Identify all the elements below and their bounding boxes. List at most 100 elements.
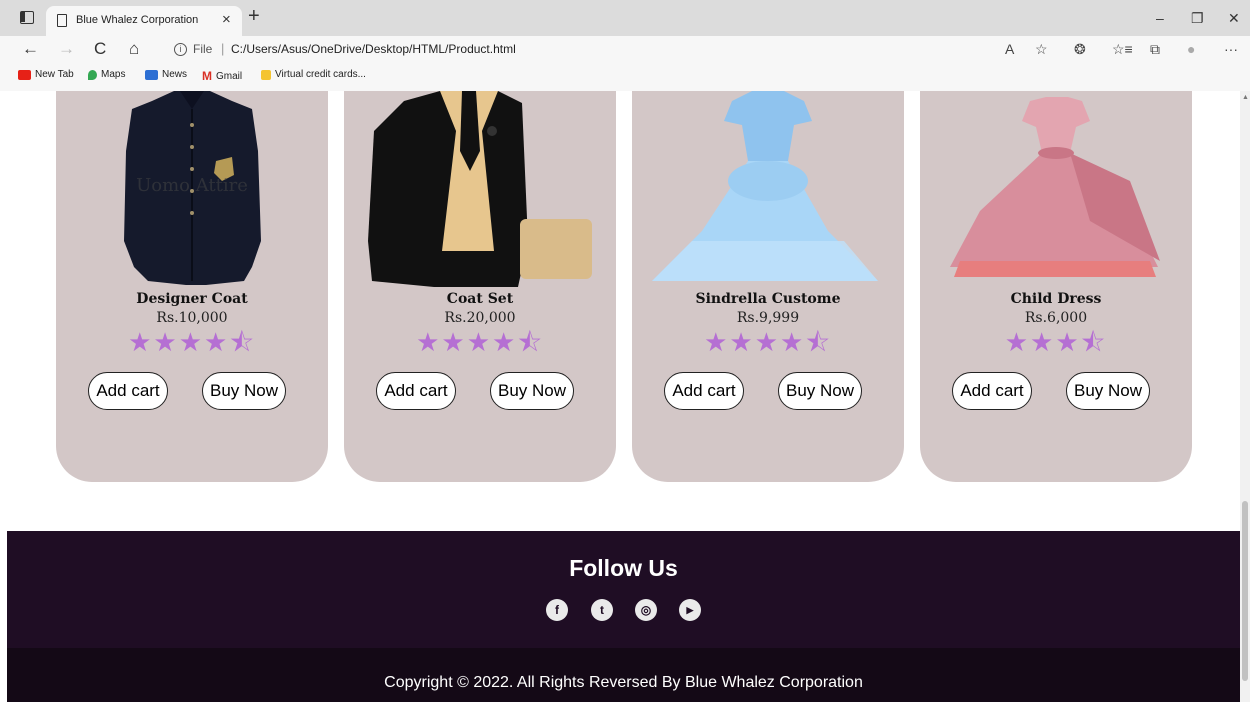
tab-strip: Blue Whalez Corporation × + – ❐ ✕ [0, 0, 1250, 36]
star-icon: ★ [704, 327, 730, 357]
product-price: Rs.20,000 [444, 310, 516, 326]
product-name: Child Dress [1010, 291, 1102, 307]
browser-chrome: Blue Whalez Corporation × + – ❐ ✕ ← → C … [0, 0, 1250, 91]
news-icon [145, 69, 158, 80]
bookmark-maps[interactable]: Maps [88, 69, 125, 80]
bookmark-new-tab[interactable]: New Tab [18, 69, 74, 80]
twitter-icon[interactable]: t [591, 599, 613, 621]
copyright-text: Copyright © 2022. All Rights Reversed By… [384, 674, 863, 691]
product-name: Coat Set [446, 291, 514, 307]
browser-tab[interactable]: Blue Whalez Corporation × [46, 6, 242, 36]
star-icon: ★ [1030, 327, 1056, 357]
facebook-icon[interactable]: f [546, 599, 568, 621]
product-image-pink-dress [950, 97, 1160, 277]
bookmark-label: Maps [101, 69, 126, 80]
scrollbar-thumb[interactable] [1242, 501, 1248, 681]
bookmark-label: New Tab [35, 69, 74, 80]
address-bar[interactable]: i File | C:/Users/Asus/OneDrive/Desktop/… [160, 38, 1020, 62]
extensions-icon[interactable]: ❂ [1074, 41, 1086, 58]
add-cart-button[interactable]: Add cart [952, 372, 1032, 410]
star-icon: ★ [466, 327, 492, 357]
star-icon: ★ [153, 327, 179, 357]
bookmark-label: News [162, 69, 188, 80]
buy-now-button[interactable]: Buy Now [1066, 372, 1150, 410]
product-card: Uomo Attire Designer Coat Rs.10,000 ★★★★… [56, 91, 328, 482]
rating-stars: ★★★★⯪ [56, 327, 328, 357]
product-card: Child Dress Rs.6,000 ★★★⯪ Add cart Buy N… [920, 91, 1192, 482]
address-row: ← → C ⌂ i File | C:/Users/Asus/OneDrive/… [0, 36, 1250, 64]
product-image-blue-dress [652, 91, 878, 281]
read-aloud-icon[interactable]: A [1005, 41, 1014, 57]
close-window-button[interactable]: ✕ [1228, 10, 1240, 27]
tab-actions-icon[interactable] [20, 11, 34, 24]
product-price: Rs.9,999 [736, 310, 800, 326]
bookmark-gmail[interactable]: M Gmail [202, 69, 242, 83]
follow-us-title: Follow Us [569, 555, 678, 581]
instagram-icon[interactable]: ◎ [635, 599, 657, 621]
star-icon: ★ [1004, 327, 1031, 357]
collections-icon[interactable]: ⧉ [1150, 41, 1160, 58]
tab-title: Blue Whalez Corporation [76, 14, 199, 26]
copyright-bar: Copyright © 2022. All Rights Reversed By… [7, 648, 1240, 702]
vertical-scrollbar[interactable]: ▲ [1240, 91, 1250, 702]
bookmark-virtual-cards[interactable]: Virtual credit cards... [261, 69, 366, 80]
maps-icon [88, 69, 97, 80]
add-cart-button[interactable]: Add cart [376, 372, 456, 410]
rating-stars: ★★★★⯪ [344, 327, 616, 357]
product-card: Coat Set Rs.20,000 ★★★★⯪ Add cart Buy No… [344, 91, 616, 482]
scroll-up-icon[interactable]: ▲ [1242, 94, 1249, 101]
youtube-icon[interactable]: ▶ [679, 599, 701, 621]
half-star-icon: ⯪ [517, 327, 544, 357]
home-button[interactable]: ⌂ [129, 39, 139, 59]
page-viewport: Uomo Attire Designer Coat Rs.10,000 ★★★★… [0, 91, 1250, 702]
youtube-icon [18, 69, 31, 80]
back-button[interactable]: ← [22, 39, 39, 59]
watermark-text: Uomo Attire [136, 175, 248, 196]
url-text[interactable]: C:/Users/Asus/OneDrive/Desktop/HTML/Prod… [231, 42, 516, 56]
add-favorite-icon[interactable]: ☆ [1035, 41, 1048, 58]
refresh-button[interactable]: C [94, 39, 106, 59]
star-icon: ★ [1055, 327, 1081, 357]
buy-now-button[interactable]: Buy Now [778, 372, 862, 410]
product-image-coat-set [368, 91, 592, 287]
restore-button[interactable]: ❐ [1191, 10, 1204, 27]
bookmarks-bar: New Tab Maps News M Gmail Virtual credit… [0, 66, 1250, 86]
more-menu-icon[interactable]: ··· [1224, 41, 1238, 57]
star-icon: ★ [780, 327, 806, 357]
tab-close-icon[interactable]: × [222, 11, 231, 28]
minimize-button[interactable]: – [1156, 10, 1164, 26]
forward-button[interactable]: → [58, 39, 75, 59]
star-icon: ★ [441, 327, 467, 357]
rating-stars: ★★★★⯪ [632, 327, 904, 357]
star-icon: ★ [128, 327, 154, 357]
half-star-icon: ⯪ [805, 327, 832, 357]
half-star-icon: ⯪ [1080, 327, 1108, 357]
card-icon [261, 69, 271, 80]
half-star-icon: ⯪ [229, 327, 256, 357]
add-cart-button[interactable]: Add cart [88, 372, 168, 410]
bookmark-news[interactable]: News [145, 69, 187, 80]
bookmark-label: Virtual credit cards... [275, 69, 366, 80]
follow-us-section: Follow Us f t ◎ ▶ [7, 531, 1240, 648]
product-grid: Uomo Attire Designer Coat Rs.10,000 ★★★★… [56, 91, 1196, 482]
address-separator: | [221, 41, 225, 56]
favorites-icon[interactable]: ☆≡ [1112, 41, 1133, 58]
star-icon: ★ [204, 327, 230, 357]
gmail-icon: M [202, 69, 212, 83]
add-cart-button[interactable]: Add cart [664, 372, 744, 410]
profile-avatar-icon[interactable]: ● [1187, 41, 1195, 57]
product-price: Rs.6,000 [1024, 310, 1088, 326]
rating-stars: ★★★⯪ [920, 327, 1192, 357]
buy-now-button[interactable]: Buy Now [202, 372, 286, 410]
buy-now-button[interactable]: Buy Now [490, 372, 574, 410]
page-icon [57, 14, 67, 27]
product-name: Sindrella Custome [695, 291, 841, 307]
star-icon: ★ [416, 327, 442, 357]
product-card: Sindrella Custome Rs.9,999 ★★★★⯪ Add car… [632, 91, 904, 482]
file-label: File [193, 42, 213, 56]
new-tab-button[interactable]: + [248, 6, 260, 26]
star-icon: ★ [754, 327, 780, 357]
site-info-icon[interactable]: i [174, 43, 187, 56]
star-icon: ★ [729, 327, 755, 357]
product-price: Rs.10,000 [156, 310, 228, 326]
